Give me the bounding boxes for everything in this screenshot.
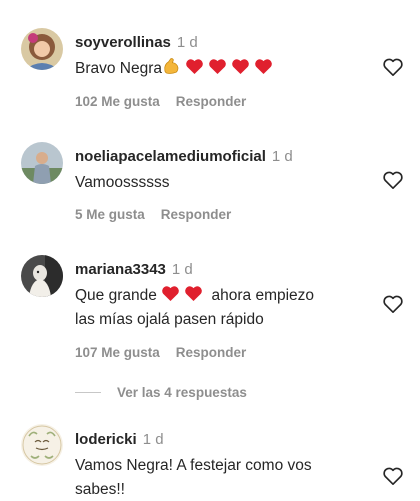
red-heart-emoji-icon <box>209 59 226 75</box>
reply-button[interactable]: Responder <box>161 207 232 222</box>
comment-text-content: sabes!! <box>75 481 125 498</box>
like-button[interactable] <box>382 57 404 77</box>
red-heart-emoji-icon <box>186 59 203 75</box>
comment-time: 1 d <box>271 148 293 165</box>
heart-outline-icon <box>383 295 403 313</box>
comment-text-content: ahora empiezo <box>211 287 315 304</box>
comment-text: Vamos Negra! A festejar como vos sabes!! <box>75 454 374 501</box>
view-replies-button[interactable]: Ver las 4 respuestas <box>75 385 247 400</box>
red-heart-emoji-icon <box>232 59 249 75</box>
comment-username[interactable]: noeliapacelamediumoficial <box>75 148 266 165</box>
replies-divider <box>75 392 101 393</box>
like-button[interactable] <box>382 170 404 190</box>
likes-count[interactable]: 5 Me gusta <box>75 207 145 222</box>
comment-username[interactable]: soyverollinas <box>75 34 171 51</box>
avatar[interactable] <box>21 255 63 297</box>
like-button[interactable] <box>382 294 404 314</box>
comment-text-content: Que grande <box>75 287 157 304</box>
red-heart-emoji-icon <box>255 59 272 75</box>
like-button[interactable] <box>382 466 404 486</box>
comment-time: 1 d <box>176 34 198 51</box>
comment-text-content: las mías ojalá pasen rápido <box>75 311 264 328</box>
comment-text-content: Bravo Negra <box>75 60 163 77</box>
comment-time: 1 d <box>142 431 164 448</box>
likes-count[interactable]: 102 Me gusta <box>75 94 160 109</box>
reply-button[interactable]: Responder <box>176 345 247 360</box>
flexed-biceps-emoji-icon <box>164 58 179 74</box>
avatar[interactable] <box>21 28 63 70</box>
view-replies-label: Ver las 4 respuestas <box>117 385 247 400</box>
comment-username[interactable]: mariana3343 <box>75 261 166 278</box>
heart-outline-icon <box>383 467 403 485</box>
reply-button[interactable]: Responder <box>176 94 247 109</box>
comment-text: Bravo Negra <box>75 57 374 81</box>
comment-time: 1 d <box>171 261 193 278</box>
red-heart-emoji-icon <box>162 286 179 302</box>
red-heart-emoji-icon <box>185 286 202 302</box>
heart-outline-icon <box>383 58 403 76</box>
comment-text: Que grande ahora empiezo las mías ojalá … <box>75 284 374 332</box>
comment-text: Vamoossssss <box>75 174 170 191</box>
comment-text-content: Vamos Negra! A festejar como vos <box>75 457 312 474</box>
avatar[interactable] <box>21 142 63 184</box>
heart-outline-icon <box>383 171 403 189</box>
avatar[interactable] <box>21 424 63 466</box>
likes-count[interactable]: 107 Me gusta <box>75 345 160 360</box>
comments-list: soyverollinas 1 d Bravo Negra 102 Me gust… <box>0 0 420 501</box>
comment-username[interactable]: lodericki <box>75 431 137 448</box>
